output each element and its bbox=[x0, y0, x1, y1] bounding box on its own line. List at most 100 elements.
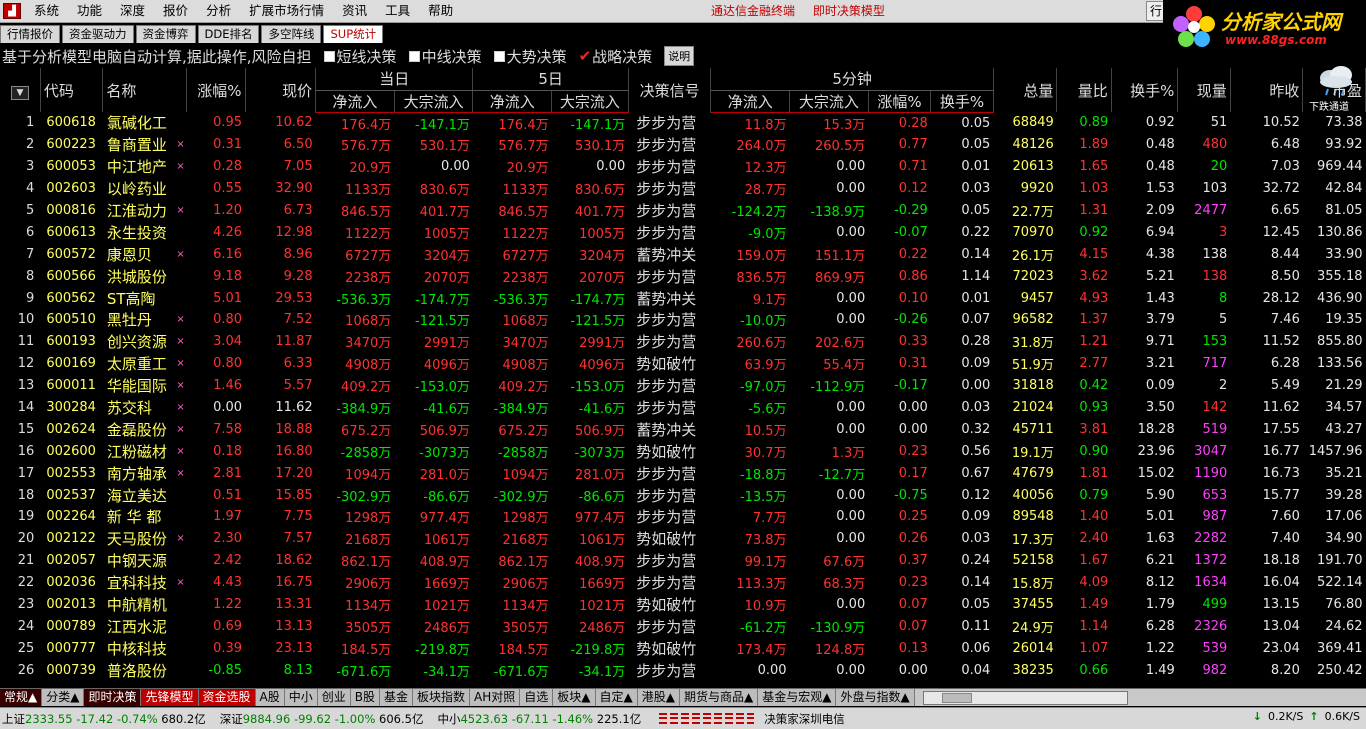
table-row[interactable]: 9 600562 ST高陶 5.01 29.53 -536.3万 -174.7万 -536.3… bbox=[0, 287, 1366, 309]
view-tab[interactable]: SUP统计 bbox=[323, 25, 384, 43]
view-tab[interactable]: 行情报价 bbox=[0, 25, 60, 43]
table-row[interactable]: 20 002122 天马股份 × 2.30 7.57 2168万 1061万 2168万 1061… bbox=[0, 528, 1366, 550]
table-row[interactable]: 6 600613 永生投资 4.26 12.98 1122万 1005万 1122万 1005万… bbox=[0, 221, 1366, 243]
category-tab[interactable]: 分类▲ bbox=[42, 689, 85, 706]
table-row[interactable]: 1 600618 氯碱化工 0.95 10.62 176.4万 -147.1万 176.4万 -… bbox=[0, 112, 1366, 134]
category-tab[interactable]: 先锋模型 bbox=[141, 689, 199, 706]
table-row[interactable]: 3 600053 中江地产 × 0.28 7.05 20.9万 0.00 20.9万 0.00 步步… bbox=[0, 156, 1366, 178]
category-tab[interactable]: 常规▲ bbox=[0, 689, 43, 706]
decision-option[interactable]: 短线决策 bbox=[323, 46, 397, 67]
category-tab[interactable]: 期货与商品▲ bbox=[679, 689, 759, 706]
table-row[interactable]: 16 002600 江粉磁材 × 0.18 16.80 -2858万 -3073万 -2858万… bbox=[0, 440, 1366, 462]
category-tab[interactable]: 资金选股 bbox=[198, 689, 256, 706]
col-5min-net[interactable]: 净流入 bbox=[710, 90, 791, 113]
col-turnover[interactable]: 换手% bbox=[1111, 68, 1179, 112]
menu-system[interactable]: 系统 bbox=[25, 0, 68, 22]
col-today-big[interactable]: 大宗流入 bbox=[394, 90, 474, 113]
table-row[interactable]: 2 600223 鲁商置业 × 0.31 6.50 576.7万 530.1万 576.7万 53… bbox=[0, 134, 1366, 156]
index-shanghai[interactable]: 上证2333.55 -17.42 -0.74% 680.2亿 bbox=[2, 711, 206, 727]
table-row[interactable]: 15 002624 金磊股份 × 7.58 18.88 675.2万 506.9万 675.2万… bbox=[0, 418, 1366, 440]
table-row[interactable]: 23 002013 中航精机 1.22 13.31 1134万 1021万 1134万 1021… bbox=[0, 594, 1366, 616]
news-ticker[interactable]: 决策家深圳电信 bbox=[764, 711, 845, 727]
category-tab[interactable]: 板块指数 bbox=[413, 689, 471, 706]
table-row[interactable]: 12 600169 太原重工 × 0.80 6.33 4908万 4096万 4908万 4096… bbox=[0, 353, 1366, 375]
menu-ext-market[interactable]: 扩展市场行情 bbox=[240, 0, 333, 22]
col-name[interactable]: 名称 bbox=[102, 68, 188, 112]
col-code[interactable]: 代码 bbox=[40, 68, 104, 112]
category-tab[interactable]: 基金与宏观▲ bbox=[758, 689, 837, 706]
table-row[interactable]: 22 002036 宜科科技 × 4.43 16.75 2906万 1669万 2906万 166… bbox=[0, 572, 1366, 594]
col-5min-change[interactable]: 涨幅% bbox=[868, 90, 932, 113]
col-vol-ratio[interactable]: 量比 bbox=[1056, 68, 1112, 112]
category-tab[interactable]: AH对照 bbox=[470, 689, 521, 706]
table-row[interactable]: 18 002537 海立美达 0.51 15.85 -302.9万 -86.6万 -302.9… bbox=[0, 484, 1366, 506]
category-tab[interactable]: 外盘与指数▲ bbox=[836, 689, 915, 706]
view-tab[interactable]: DDE排名 bbox=[197, 25, 260, 43]
title-model[interactable]: 即时决策模型 bbox=[813, 4, 885, 18]
category-tab[interactable]: 自选 bbox=[520, 689, 554, 706]
decision-option[interactable]: ✔ 战略决策 bbox=[579, 46, 653, 67]
col-total-vol[interactable]: 总量 bbox=[993, 68, 1058, 112]
col-change[interactable]: 涨幅% bbox=[186, 68, 246, 112]
view-tab[interactable]: 多空阵线 bbox=[261, 25, 322, 43]
table-row[interactable]: 4 002603 以岭药业 0.55 32.90 1133万 830.6万 1133万 830.… bbox=[0, 178, 1366, 200]
menu-depth[interactable]: 深度 bbox=[111, 0, 154, 22]
category-tab[interactable]: 创业 bbox=[317, 689, 351, 706]
category-tab[interactable]: 港股▲ bbox=[637, 689, 680, 706]
five-day-big-inflow: 0.00 bbox=[596, 159, 626, 175]
index-shenzhen[interactable]: 深证9884.96 -99.62 -1.00% 606.5亿 bbox=[220, 711, 424, 727]
table-row[interactable]: 13 600011 华能国际 × 1.46 5.57 409.2万 -153.0万 409.2万… bbox=[0, 375, 1366, 397]
explain-button[interactable]: 说明 bbox=[664, 46, 695, 66]
category-tab[interactable]: 基金 bbox=[380, 689, 414, 706]
checkbox[interactable] bbox=[493, 50, 505, 62]
table-row[interactable]: 17 002553 南方轴承 × 2.81 17.20 1094万 281.0万 1094万 28… bbox=[0, 462, 1366, 484]
col-pe[interactable]: 市盈 bbox=[1302, 68, 1366, 112]
menu-quote[interactable]: 报价 bbox=[154, 0, 197, 22]
category-tab[interactable]: 即时决策 bbox=[84, 689, 142, 706]
col-signal[interactable]: 决策信号 bbox=[628, 68, 712, 112]
menu-news[interactable]: 资讯 bbox=[333, 0, 376, 22]
table-row[interactable]: 10 600510 黑牡丹 × 0.80 7.52 1068万 -121.5万 1068万 -12… bbox=[0, 309, 1366, 331]
view-tab[interactable]: 资金驱动力 bbox=[62, 25, 134, 43]
col-prev-close[interactable]: 昨收 bbox=[1230, 68, 1304, 112]
brand-url[interactable]: www.88gs.com bbox=[1225, 33, 1327, 47]
table-row[interactable]: 14 300284 苏交科 × 0.00 11.62 -384.9万 -41.6万 -384.9… bbox=[0, 397, 1366, 419]
category-tab[interactable]: B股 bbox=[350, 689, 380, 706]
table-row[interactable]: 11 600193 创兴资源 × 3.04 11.87 3470万 2991万 3470万 299… bbox=[0, 331, 1366, 353]
menu-help[interactable]: 帮助 bbox=[419, 0, 462, 22]
table-row[interactable]: 24 000789 江西水泥 0.69 13.13 3505万 2486万 3505万 2486… bbox=[0, 615, 1366, 637]
index-smb[interactable]: 中小4523.63 -67.11 -1.46% 225.1亿 bbox=[437, 711, 641, 727]
category-tab[interactable]: 中小 bbox=[284, 689, 318, 706]
table-row[interactable]: 8 600566 洪城股份 9.18 9.28 2238万 2070万 2238万 2070万步… bbox=[0, 265, 1366, 287]
table-row[interactable]: 21 002057 中钢天源 2.42 18.62 862.1万 408.9万 862.1万 4… bbox=[0, 550, 1366, 572]
col-5day-big[interactable]: 大宗流入 bbox=[551, 90, 629, 113]
checkmark-icon[interactable]: ✔ bbox=[579, 47, 592, 65]
col-price[interactable]: 现价 bbox=[245, 68, 317, 112]
sort-icon[interactable]: ▼ bbox=[10, 85, 29, 100]
table-row[interactable]: 5 000816 江淮动力 × 1.20 6.73 846.5万 401.7万 846.5万 40… bbox=[0, 200, 1366, 222]
col-5min-turnover[interactable]: 换手% bbox=[930, 90, 994, 113]
category-tab[interactable]: 板块▲ bbox=[553, 689, 596, 706]
col-cur-vol[interactable]: 现量 bbox=[1177, 68, 1231, 112]
decision-option[interactable]: 大势决策 bbox=[493, 46, 567, 67]
view-tab[interactable]: 资金博弈 bbox=[135, 25, 196, 43]
checkbox[interactable] bbox=[323, 50, 335, 62]
col-5day-net[interactable]: 净流入 bbox=[472, 90, 553, 113]
category-tab[interactable]: 自定▲ bbox=[595, 689, 638, 706]
table-row[interactable]: 7 600572 康恩贝 × 6.16 8.96 6727万 3204万 6727万 3204万蓄… bbox=[0, 243, 1366, 265]
decision-option[interactable]: 中线决策 bbox=[408, 46, 482, 67]
title-terminal[interactable]: 通达信金融终端 bbox=[711, 4, 795, 18]
col-5min-big[interactable]: 大宗流入 bbox=[789, 90, 869, 113]
table-row[interactable]: 26 000739 普洛股份 -0.85 8.13 -671.6万 -34.1万 -671.6… bbox=[0, 659, 1366, 681]
checkbox[interactable] bbox=[408, 50, 420, 62]
menu-analysis[interactable]: 分析 bbox=[197, 0, 240, 22]
table-row[interactable]: 25 000777 中核科技 0.39 23.13 184.5万 -219.8万 184.5万… bbox=[0, 637, 1366, 659]
horizontal-scrollbar[interactable] bbox=[922, 690, 1128, 705]
menu-function[interactable]: 功能 bbox=[68, 0, 111, 22]
scrollbar-thumb[interactable] bbox=[941, 692, 972, 703]
sort-column-button[interactable]: ▼ bbox=[0, 68, 41, 112]
menu-tools[interactable]: 工具 bbox=[376, 0, 419, 22]
category-tab[interactable]: A股 bbox=[255, 689, 285, 706]
col-today-net[interactable]: 净流入 bbox=[315, 90, 395, 113]
table-row[interactable]: 19 002264 新 华 都 1.97 7.75 1298万 977.4万 1298万 977… bbox=[0, 506, 1366, 528]
